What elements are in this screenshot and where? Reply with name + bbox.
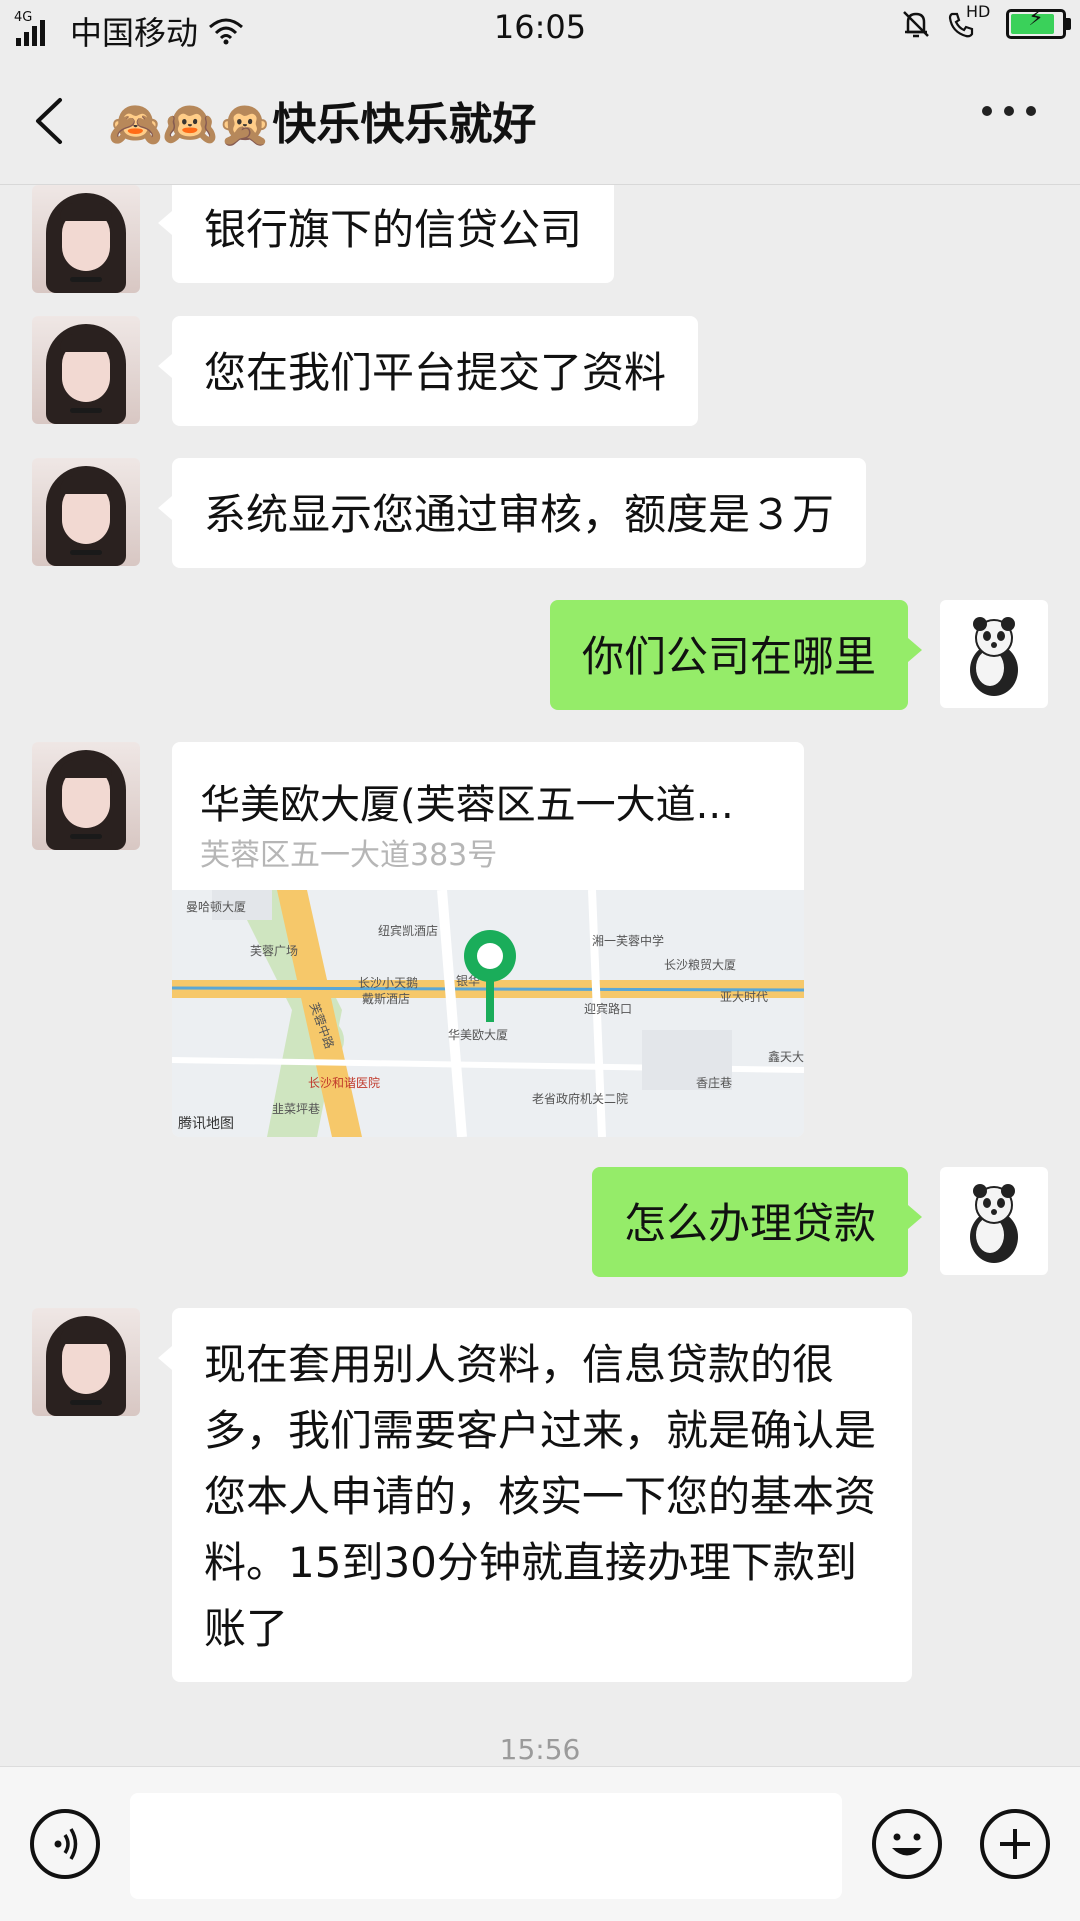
contact-avatar[interactable] — [32, 742, 140, 850]
message-input[interactable] — [130, 1793, 842, 1899]
message-text: 系统显示您通过审核，额度是３万 — [204, 490, 835, 539]
outgoing-message[interactable]: 怎么办理贷款 — [591, 1167, 923, 1277]
location-card[interactable]: 华美欧大厦(芙蓉区五一大道... 芙蓉区五一大道383号 曼哈顿大厦 芙蓉广场 … — [172, 742, 804, 1137]
panda-icon — [970, 617, 1018, 696]
map-pin-icon — [464, 930, 516, 1022]
incoming-message[interactable]: 现在套用别人资料，信息贷款的很多，我们需要客户过来，就是确认是您本人申请的，核实… — [158, 1308, 912, 1682]
chat-title: 🙈🙉🙊快乐快乐就好 — [108, 99, 537, 150]
location-name: 华美欧大厦(芙蓉区五一大道... — [200, 782, 734, 828]
map-label: 湘一芙蓉中学 — [592, 934, 665, 948]
message-text: 银行旗下的信贷公司 — [204, 205, 583, 254]
map-brand: 腾讯地图 — [178, 1116, 234, 1132]
outgoing-message[interactable]: 你们公司在哪里 — [549, 600, 923, 710]
hd-call-icon: HD — [946, 2, 992, 40]
panda-icon — [970, 1184, 1018, 1263]
map-label: 鑫天大 — [768, 1050, 804, 1064]
map-label: 韭菜坪巷 — [272, 1102, 321, 1116]
map-pin-label: 华美欧大厦 — [448, 1028, 509, 1042]
back-arrow-icon[interactable] — [30, 96, 70, 146]
incoming-message[interactable]: 您在我们平台提交了资料 — [157, 316, 699, 426]
location-address: 芙蓉区五一大道383号 — [200, 838, 498, 873]
map-label: 曼哈顿大厦 — [186, 900, 247, 914]
my-avatar[interactable] — [940, 600, 1048, 708]
incoming-message[interactable]: 系统显示您通过审核，额度是３万 — [157, 458, 867, 568]
map-label: 香庄巷 — [696, 1076, 733, 1090]
map-label: 纽宾凯酒店 — [378, 924, 439, 938]
map-label: 长沙小天鹅 — [358, 976, 419, 990]
contact-avatar[interactable] — [32, 458, 140, 566]
message-text: 你们公司在哪里 — [581, 632, 876, 681]
mute-bell-icon — [903, 11, 929, 38]
message-text: 您在我们平台提交了资料 — [204, 348, 667, 397]
map-label: 长沙和谐医院 — [308, 1076, 381, 1090]
contact-avatar[interactable] — [32, 1308, 140, 1416]
contact-avatar[interactable] — [32, 185, 140, 293]
hd-label: HD — [966, 2, 991, 21]
map-label: 芙蓉广场 — [250, 944, 299, 958]
map-label: 戴斯酒店 — [362, 992, 411, 1006]
chat-header: 🙈🙉🙊快乐快乐就好 — [0, 58, 1080, 185]
map-label: 老省政府机关二院 — [532, 1092, 629, 1106]
status-bar: 4G 中国移动 16:05 HD ⚡ — [0, 0, 1080, 58]
time-stamp: 15:56 — [499, 1733, 581, 1765]
battery-icon: ⚡ — [1006, 6, 1071, 39]
map-label: 亚大时代 — [720, 990, 769, 1004]
incoming-message[interactable]: 银行旗下的信贷公司 — [157, 185, 615, 283]
message-list[interactable]: 银行旗下的信贷公司 您在我们平台提交了资料 系统显示您通过审核，额度是３万 你们… — [0, 185, 1080, 1765]
map-label: 迎宾路口 — [584, 1002, 633, 1016]
map-preview[interactable]: 曼哈顿大厦 芙蓉广场 纽宾凯酒店 湘一芙蓉中学 长沙粮贸大厦 长沙小天鹅 戴斯酒… — [172, 890, 804, 1137]
message-text: 怎么办理贷款 — [623, 1199, 876, 1248]
emoji-icon[interactable] — [872, 1809, 942, 1879]
voice-icon[interactable] — [30, 1809, 100, 1879]
contact-avatar[interactable] — [32, 316, 140, 424]
my-avatar[interactable] — [940, 1167, 1048, 1275]
more-dots-icon[interactable] — [982, 106, 1036, 116]
map-label: 长沙粮贸大厦 — [664, 958, 737, 972]
message-text: 现在套用别人资料，信息贷款的很多，我们需要客户过来，就是确认是您本人申请的，核实… — [204, 1340, 877, 1653]
plus-icon[interactable] — [980, 1809, 1050, 1879]
input-bar — [0, 1766, 1080, 1921]
